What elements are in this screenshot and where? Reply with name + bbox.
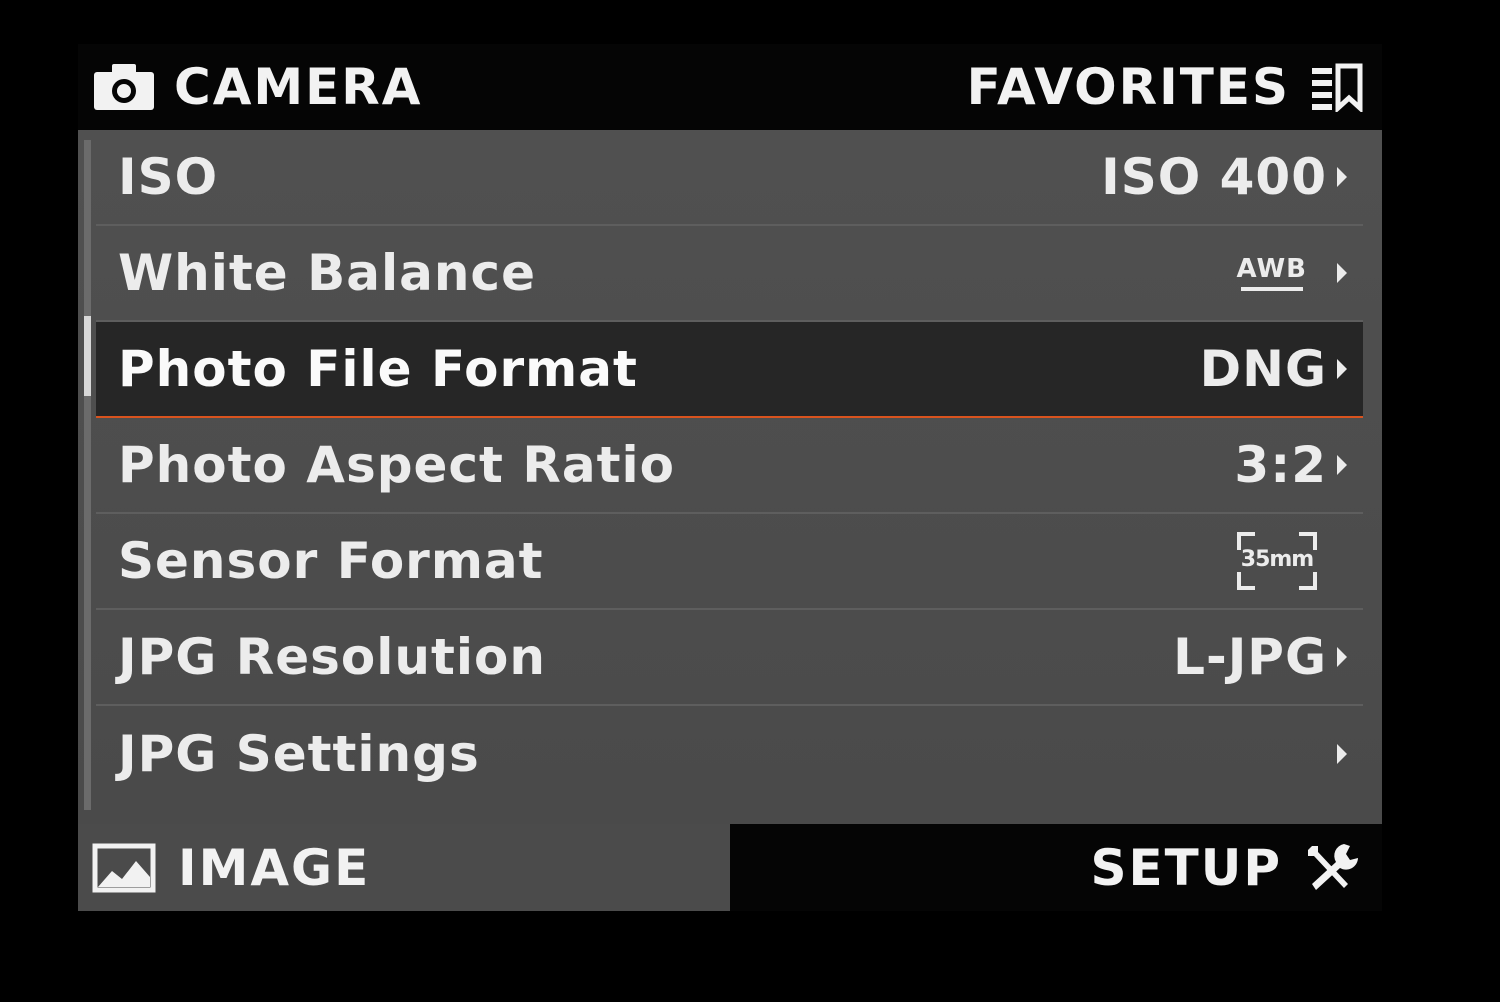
menu-item-label: Photo File Format bbox=[118, 340, 638, 398]
menu-item-label: ISO bbox=[118, 148, 219, 206]
menu-item-label: White Balance bbox=[118, 244, 536, 302]
image-icon bbox=[92, 843, 156, 893]
sensor-icon-text: 35mm bbox=[1240, 547, 1314, 572]
top-tab-bar: CAMERA FAVORITES bbox=[78, 44, 1382, 130]
menu-item-label: JPG Resolution bbox=[118, 628, 546, 686]
menu-item-jpg-settings[interactable]: JPG Settings bbox=[96, 706, 1363, 802]
chevron-right-icon bbox=[1337, 359, 1347, 379]
scrollbar-thumb[interactable] bbox=[84, 316, 91, 396]
wrench-screwdriver-icon bbox=[1304, 842, 1360, 894]
tab-favorites[interactable]: FAVORITES bbox=[967, 44, 1364, 130]
awb-icon-text: AWB bbox=[1236, 254, 1307, 284]
menu-item-value: ISO 400 bbox=[1101, 148, 1327, 206]
menu-item-value: L-JPG bbox=[1173, 628, 1327, 686]
menu-item-photo-aspect-ratio[interactable]: Photo Aspect Ratio 3:2 bbox=[96, 418, 1363, 514]
tab-favorites-label: FAVORITES bbox=[966, 58, 1290, 116]
chevron-right-icon bbox=[1337, 744, 1347, 764]
tab-setup[interactable]: SETUP bbox=[730, 824, 1382, 911]
tab-setup-label: SETUP bbox=[1090, 838, 1282, 897]
menu-list: ISO ISO 400 White Balance AWB Photo File… bbox=[96, 130, 1363, 802]
chevron-right-icon bbox=[1337, 263, 1347, 283]
menu-item-jpg-resolution[interactable]: JPG Resolution L-JPG bbox=[96, 610, 1363, 706]
menu-item-label: Sensor Format bbox=[118, 532, 544, 590]
tab-camera[interactable]: CAMERA bbox=[92, 44, 423, 130]
favorites-list-icon bbox=[1310, 62, 1364, 112]
menu-item-label: JPG Settings bbox=[118, 725, 480, 783]
chevron-right-icon bbox=[1337, 647, 1347, 667]
tab-camera-label: CAMERA bbox=[174, 58, 423, 116]
menu-item-value: 3:2 bbox=[1234, 436, 1327, 494]
chevron-right-icon bbox=[1337, 455, 1347, 475]
menu-item-value: DNG bbox=[1199, 340, 1327, 398]
sensor-35mm-icon: 35mm bbox=[1237, 532, 1317, 590]
menu-panel: ISO ISO 400 White Balance AWB Photo File… bbox=[78, 130, 1382, 824]
menu-item-label: Photo Aspect Ratio bbox=[118, 436, 675, 494]
menu-item-white-balance[interactable]: White Balance AWB bbox=[96, 226, 1363, 322]
tab-image-label: IMAGE bbox=[178, 838, 371, 897]
scrollbar-track[interactable] bbox=[84, 140, 91, 810]
tab-image[interactable]: IMAGE bbox=[78, 824, 730, 911]
camera-icon bbox=[92, 62, 156, 112]
menu-item-iso[interactable]: ISO ISO 400 bbox=[96, 130, 1363, 226]
camera-menu-screen: CAMERA FAVORITES ISO ISO 400 White Balan… bbox=[78, 44, 1382, 911]
menu-item-sensor-format[interactable]: Sensor Format 35mm bbox=[96, 514, 1363, 610]
menu-item-photo-file-format[interactable]: Photo File Format DNG bbox=[96, 322, 1363, 418]
chevron-right-icon bbox=[1337, 167, 1347, 187]
awb-icon: AWB bbox=[1237, 255, 1307, 291]
